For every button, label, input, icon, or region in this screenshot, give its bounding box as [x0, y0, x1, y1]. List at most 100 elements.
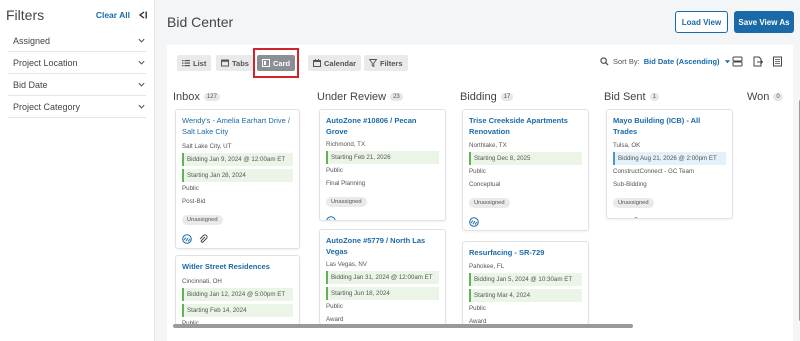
assignee-badge[interactable]: Unassigned — [613, 198, 654, 208]
chevron-down-icon — [138, 38, 145, 43]
card-start-date: Starting Jan 28, 2024 — [182, 169, 293, 182]
card-type: Public — [326, 167, 343, 174]
bid-card[interactable]: Witler Street Residences Cincinnati, OH … — [175, 255, 300, 325]
filter-label: Project Category — [13, 101, 81, 112]
calendar-icon — [313, 59, 321, 67]
filter-project-location[interactable]: Project Location — [8, 52, 146, 74]
column-name: Under Review — [317, 91, 387, 103]
load-view-button[interactable]: Load View — [675, 11, 728, 33]
horizontal-scrollbar[interactable] — [173, 324, 633, 328]
document-icon[interactable] — [772, 56, 783, 67]
card-stage: Final Planning — [326, 180, 366, 187]
card-start-date: Starting Dec 8, 2025 — [469, 152, 582, 165]
column-inbox-header: Inbox 127 — [173, 91, 220, 103]
main-area: Bid Center Load View Save View As List T… — [156, 0, 800, 341]
card-stage: Conceptual — [469, 181, 501, 188]
bid-logo-icon[interactable] — [182, 234, 192, 244]
column-name: Bid Sent — [604, 91, 646, 103]
column-count: 0 — [773, 93, 783, 101]
paperclip-icon[interactable] — [198, 234, 208, 244]
card-type: Public — [326, 303, 343, 310]
card-title[interactable]: Resurfacing - SR-729 — [469, 247, 582, 258]
column-won-header: Won 0 — [747, 91, 783, 103]
bid-card[interactable]: Trise Creekside Apartments Renovation No… — [462, 109, 589, 231]
card-title[interactable]: AutoZone #10806 / Pecan Grove — [326, 115, 439, 137]
bid-card[interactable]: Resurfacing - SR-729 Pahokee, FL Bidding… — [462, 241, 589, 325]
card-title[interactable]: Witler Street Residences — [182, 261, 293, 272]
filter-assigned[interactable]: Assigned — [8, 30, 146, 52]
save-view-as-button[interactable]: Save View As — [734, 11, 794, 33]
card-title[interactable]: AutoZone #5779 / North Las Vegas — [326, 235, 439, 257]
list-view-button[interactable]: List — [177, 55, 212, 71]
column-name: Bidding — [460, 91, 497, 103]
calendar-label: Calendar — [324, 58, 357, 68]
column-count: 127 — [203, 93, 220, 101]
column-name: Won — [747, 91, 770, 103]
export-icon[interactable] — [752, 56, 763, 67]
filter-bid-date[interactable]: Bid Date — [8, 74, 146, 96]
column-count: 17 — [500, 93, 514, 101]
column-name: Inbox — [173, 91, 200, 103]
column-bidding-header: Bidding 17 — [460, 91, 514, 103]
card-start-date: Starting Feb 14, 2024 — [182, 304, 293, 317]
calendar-view-button[interactable]: Calendar — [308, 55, 362, 71]
card-location: Pahokee, FL — [469, 263, 505, 270]
caret-down-icon[interactable] — [724, 58, 731, 65]
card-bidding-date: Bidding Aug 21, 2026 @ 2:00pm ET — [613, 152, 726, 165]
card-type: Public — [469, 168, 486, 175]
list-label: List — [193, 58, 207, 68]
sort-control[interactable]: Sort By: Bid Date (Ascending) — [600, 57, 731, 66]
filters-header: Filters Clear All — [0, 0, 154, 30]
card-type: Public — [182, 185, 199, 192]
filters-sidebar: Filters Clear All Assigned Project Locat… — [0, 0, 155, 341]
filter-label: Assigned — [13, 35, 51, 46]
card-type: Public — [469, 305, 486, 312]
search-icon[interactable] — [600, 57, 609, 66]
card-location: Cincinnati, OH — [182, 278, 222, 285]
card-title[interactable]: Wendy's - Amelia Earhart Drive / Salt La… — [182, 115, 293, 137]
card-stage: Sub-Bidding — [613, 181, 647, 188]
column-bid-sent-header: Bid Sent 1 — [604, 91, 659, 103]
bid-logo-icon[interactable] — [326, 216, 336, 221]
sort-by-label: Sort By: — [613, 57, 640, 66]
card-location: Tulsa, OK — [613, 142, 641, 149]
card-title[interactable]: Trise Creekside Apartments Renovation — [469, 115, 582, 137]
active-view-highlight — [253, 48, 299, 78]
bid-logo-icon[interactable] — [469, 217, 479, 227]
page-title: Bid Center — [167, 14, 234, 30]
mail-icon[interactable] — [613, 217, 623, 219]
chevron-down-icon — [138, 60, 145, 65]
tabs-icon — [221, 59, 229, 67]
filters-button[interactable]: Filters — [364, 55, 408, 71]
column-under-review-header: Under Review 23 — [317, 91, 403, 103]
chevron-down-icon — [138, 104, 145, 109]
sort-value[interactable]: Bid Date (Ascending) — [644, 57, 720, 66]
filter-label: Bid Date — [13, 79, 48, 90]
filter-label: Project Location — [13, 57, 78, 68]
bid-card[interactable]: AutoZone #5779 / North Las Vegas Las Veg… — [319, 229, 446, 325]
card-bidding-date: Bidding Jan 31, 2024 @ 12:00am ET — [326, 271, 439, 284]
assignee-badge[interactable]: Unassigned — [182, 215, 223, 225]
clear-all-link[interactable]: Clear All — [96, 10, 130, 20]
filter-icon — [369, 59, 377, 67]
tabs-view-button[interactable]: Tabs — [216, 55, 254, 71]
bid-card[interactable]: Wendy's - Amelia Earhart Drive / Salt La… — [175, 109, 300, 249]
bid-card[interactable]: AutoZone #10806 / Pecan Grove Richmond, … — [319, 109, 446, 221]
assignee-badge[interactable]: Unassigned — [326, 197, 367, 207]
board-panel: List Tabs Card Calendar Filters Sort By:… — [167, 45, 800, 341]
card-start-date: Starting Jun 18, 2024 — [326, 287, 439, 300]
card-bidding-date: Bidding Jan 5, 2024 @ 10:30am ET — [469, 273, 582, 286]
column-count: 23 — [390, 93, 403, 101]
card-location: Las Vegas, NV — [326, 261, 367, 268]
card-start-date: Starting Mar 4, 2024 — [469, 289, 582, 302]
tabs-label: Tabs — [232, 58, 249, 68]
list-icon — [182, 60, 190, 67]
bid-card[interactable]: Mayo Building (ICB) - All Trades Tulsa, … — [606, 109, 733, 219]
collapse-sidebar-icon[interactable] — [138, 10, 148, 20]
filter-project-category[interactable]: Project Category — [8, 96, 146, 118]
paperclip-icon[interactable] — [629, 217, 639, 219]
assignee-badge[interactable]: Unassigned — [469, 198, 510, 208]
card-title[interactable]: Mayo Building (ICB) - All Trades — [613, 115, 726, 137]
card-start-date: Starting Feb 21, 2026 — [326, 151, 439, 164]
layers-icon[interactable] — [732, 56, 743, 67]
